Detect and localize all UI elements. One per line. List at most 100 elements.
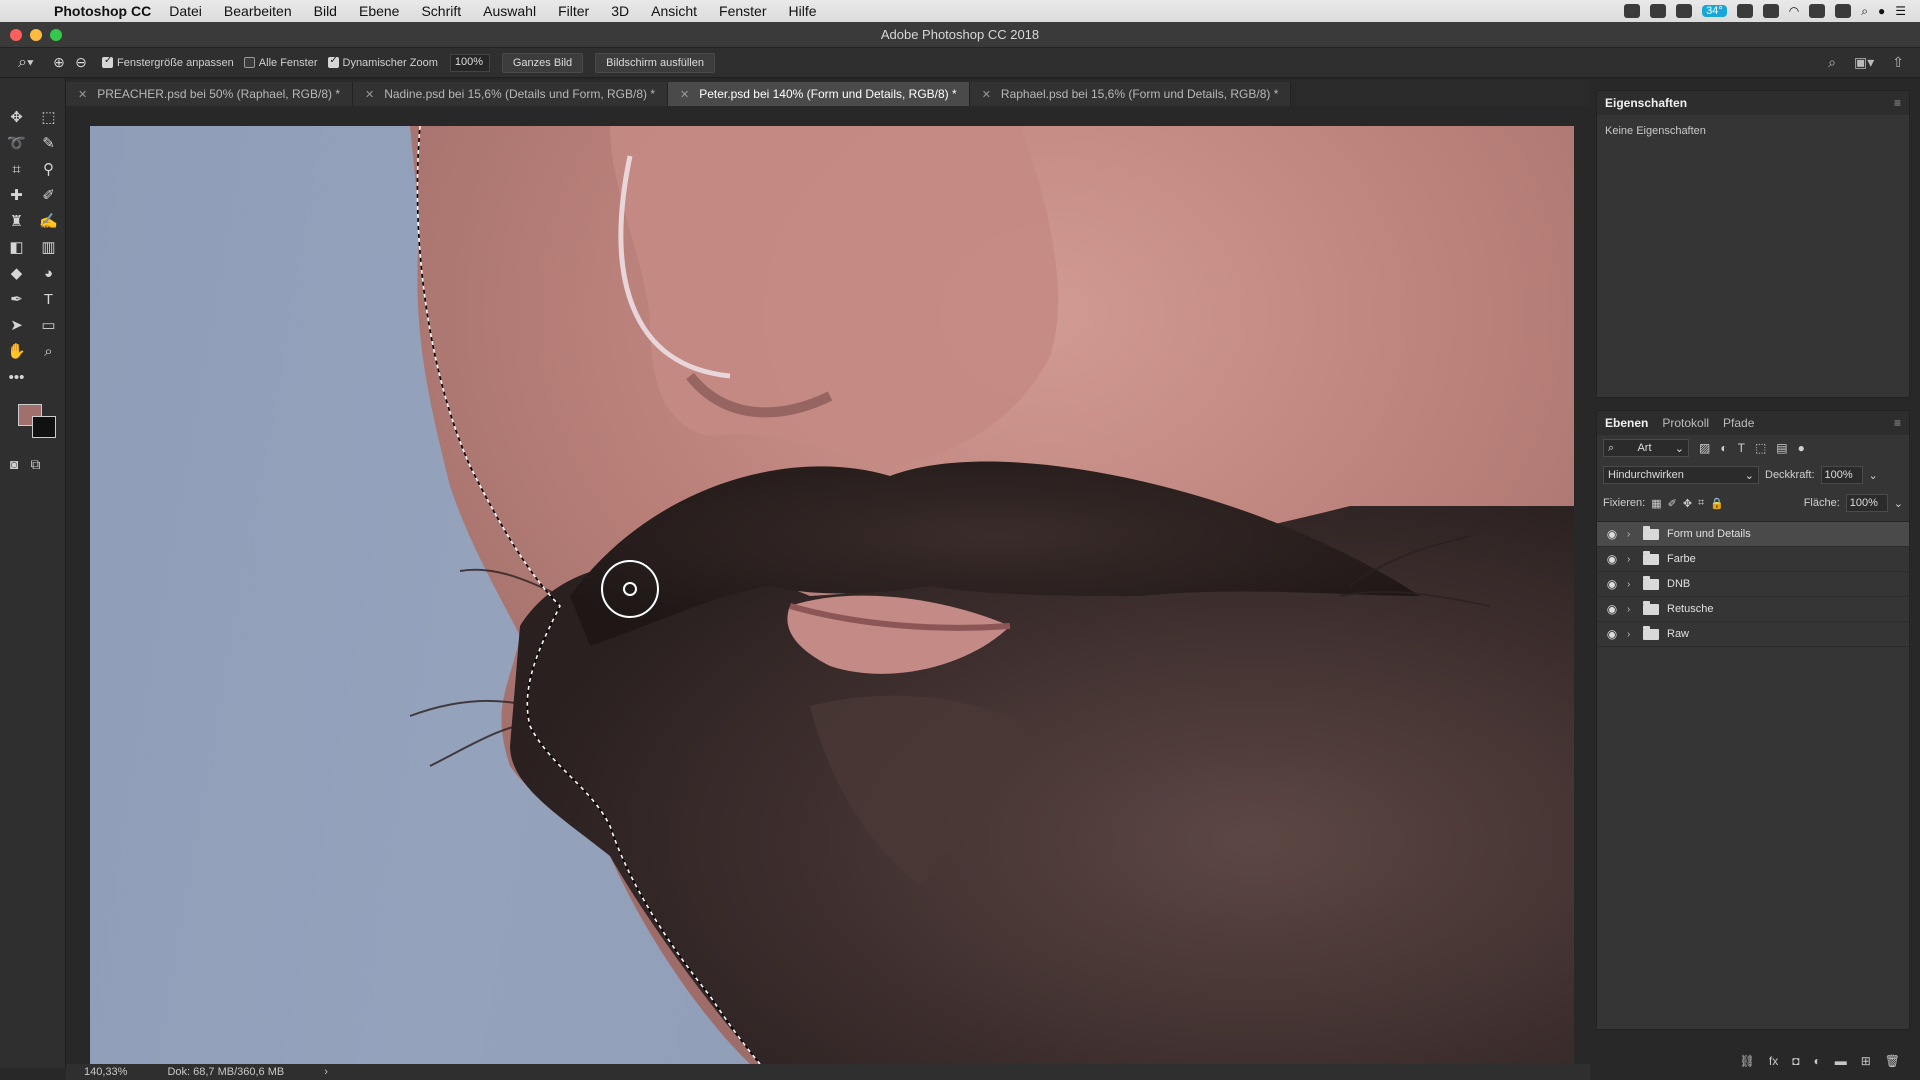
close-window-button[interactable] <box>10 29 22 41</box>
chevron-right-icon[interactable]: › <box>1627 629 1635 640</box>
tab-peter[interactable]: ✕ Peter.psd bei 140% (Form und Details, … <box>668 82 970 106</box>
share-icon[interactable]: ⇧ <box>1892 54 1904 71</box>
fit-screen-button[interactable]: Ganzes Bild <box>501 52 584 73</box>
zoom-window-button[interactable] <box>50 29 62 41</box>
gradient-tool-icon[interactable]: ▥ <box>36 240 62 256</box>
cloud-icon[interactable] <box>1650 4 1667 18</box>
filter-toggle-icon[interactable]: ● <box>1798 441 1805 455</box>
tab-properties[interactable]: Eigenschaften <box>1605 96 1687 110</box>
path-selection-tool-icon[interactable]: ➤ <box>4 318 30 334</box>
eye-icon[interactable]: ◉ <box>1605 552 1619 566</box>
tab-layers[interactable]: Ebenen <box>1605 416 1648 430</box>
lock-pixels-icon[interactable]: ✐ <box>1668 497 1677 510</box>
adjustment-layer-icon[interactable]: ◐ <box>1813 1054 1820 1068</box>
lock-transparency-icon[interactable]: ▦ <box>1651 497 1661 510</box>
move-tool-icon[interactable]: ✥ <box>4 110 30 126</box>
eraser-tool-icon[interactable]: ◧ <box>4 240 30 256</box>
tab-raphael[interactable]: ✕ Raphael.psd bei 15,6% (Form und Detail… <box>969 82 1292 106</box>
eye-icon[interactable]: ◉ <box>1605 602 1619 616</box>
layer-row-farbe[interactable]: ◉ › Farbe <box>1597 547 1909 572</box>
menu-ebene[interactable]: Ebene <box>359 3 399 19</box>
panel-menu-icon[interactable]: ≡ <box>1894 96 1901 110</box>
menu-bild[interactable]: Bild <box>314 3 337 19</box>
blur-tool-icon[interactable]: ◆ <box>4 266 30 282</box>
dodge-tool-icon[interactable]: ◕ <box>36 266 62 282</box>
layer-row-dnb[interactable]: ◉ › DNB <box>1597 572 1909 597</box>
airplay-icon[interactable] <box>1809 4 1826 18</box>
layer-row-raw[interactable]: ◉ › Raw <box>1597 622 1909 647</box>
app-menu[interactable]: Photoshop CC <box>54 3 151 19</box>
screen-mode-icon[interactable]: ⧉ <box>30 456 40 473</box>
lock-artboard-icon[interactable]: ⌗ <box>1698 497 1704 510</box>
close-tab-icon[interactable]: ✕ <box>982 88 991 101</box>
bluetooth-icon[interactable] <box>1762 4 1779 18</box>
spotlight-icon[interactable]: ⌕ <box>1861 4 1868 19</box>
history-brush-tool-icon[interactable]: ✍ <box>36 214 62 230</box>
chevron-right-icon[interactable]: › <box>1627 579 1635 590</box>
type-tool-icon[interactable]: T <box>36 292 62 308</box>
trash-icon[interactable]: 🗑 <box>1885 1054 1900 1068</box>
quick-selection-tool-icon[interactable]: ✎ <box>36 136 62 152</box>
menu-schrift[interactable]: Schrift <box>421 3 461 19</box>
status-arrow-icon[interactable]: › <box>324 1066 328 1078</box>
all-windows-checkbox[interactable]: Alle Fenster <box>243 57 318 69</box>
layer-row-retusche[interactable]: ◉ › Retusche <box>1597 597 1909 622</box>
workspace-icon[interactable]: ▣▾ <box>1854 54 1874 71</box>
new-group-icon[interactable]: ▬ <box>1835 1054 1847 1068</box>
chevron-right-icon[interactable]: › <box>1627 554 1635 565</box>
pixel-filter-icon[interactable]: ▨ <box>1699 441 1710 455</box>
temperature-badge[interactable]: 34° <box>1702 5 1727 17</box>
adjustment-filter-icon[interactable]: ◐ <box>1720 441 1727 455</box>
tab-paths[interactable]: Pfade <box>1723 416 1754 430</box>
zoom-out-icon[interactable]: ⊖ <box>70 54 92 71</box>
panel-menu-icon[interactable]: ≡ <box>1894 416 1901 430</box>
lock-all-icon[interactable]: 🔒 <box>1710 497 1724 510</box>
document-image[interactable] <box>90 126 1574 1064</box>
menu-3d[interactable]: 3D <box>611 3 629 19</box>
fill-screen-button[interactable]: Bildschirm ausfüllen <box>595 52 715 73</box>
layer-filter-select[interactable]: ⌕ Art ⌄ <box>1603 439 1689 457</box>
hand-tool-icon[interactable]: ✋ <box>4 344 30 360</box>
link-layers-icon[interactable]: ⛓ <box>1740 1054 1755 1068</box>
more-tools-icon[interactable]: ••• <box>4 370 30 386</box>
dropbox-icon[interactable] <box>1624 4 1641 18</box>
close-tab-icon[interactable]: ✕ <box>365 88 374 101</box>
search-icon[interactable]: ⌕ <box>1828 54 1836 71</box>
fill-field[interactable]: 100% <box>1845 494 1888 512</box>
shape-filter-icon[interactable]: ⬚ <box>1755 441 1766 455</box>
eye-icon[interactable]: ◉ <box>1605 577 1619 591</box>
hd-icon[interactable] <box>1736 4 1753 18</box>
tab-history[interactable]: Protokoll <box>1662 416 1709 430</box>
clone-stamp-tool-icon[interactable]: ♜ <box>4 214 30 230</box>
blend-mode-select[interactable]: Hindurchwirken ⌄ <box>1603 466 1759 484</box>
add-mask-icon[interactable]: ◘ <box>1792 1054 1799 1068</box>
smart-object-filter-icon[interactable]: ▤ <box>1776 441 1787 455</box>
wifi-icon[interactable]: ◠ <box>1789 4 1799 18</box>
chevron-right-icon[interactable]: › <box>1627 529 1635 540</box>
marquee-tool-icon[interactable]: ⬚ <box>36 110 62 126</box>
canvas-area[interactable] <box>66 106 1590 1064</box>
new-layer-icon[interactable]: ⊞ <box>1861 1054 1871 1068</box>
crop-tool-icon[interactable]: ⌗ <box>4 162 30 178</box>
pen-tool-icon[interactable]: ✒ <box>4 292 30 308</box>
creative-cloud-icon[interactable] <box>1676 4 1693 18</box>
zoom-tool-icon[interactable]: ⌕ <box>36 344 62 360</box>
battery-icon[interactable] <box>1835 4 1852 18</box>
tab-preacher[interactable]: ✕ PREACHER.psd bei 50% (Raphael, RGB/8) … <box>66 82 353 106</box>
menu-ansicht[interactable]: Ansicht <box>651 3 697 19</box>
fx-icon[interactable]: fx <box>1769 1054 1778 1068</box>
menu-filter[interactable]: Filter <box>558 3 589 19</box>
tab-nadine[interactable]: ✕ Nadine.psd bei 15,6% (Details und Form… <box>353 82 669 106</box>
lock-position-icon[interactable]: ✥ <box>1683 497 1692 510</box>
minimize-window-button[interactable] <box>30 29 42 41</box>
menu-datei[interactable]: Datei <box>169 3 202 19</box>
healing-brush-tool-icon[interactable]: ✚ <box>4 188 30 204</box>
close-tab-icon[interactable]: ✕ <box>680 88 689 101</box>
zoom-in-icon[interactable]: ⊕ <box>48 54 70 71</box>
notification-center-icon[interactable]: ☰ <box>1895 4 1906 18</box>
layer-row-form-und-details[interactable]: ◉ › Form und Details <box>1597 522 1909 547</box>
chevron-down-icon[interactable]: ⌄ <box>1869 469 1878 482</box>
eye-icon[interactable]: ◉ <box>1605 527 1619 541</box>
background-color-swatch[interactable] <box>32 416 56 438</box>
lasso-tool-icon[interactable]: ➰ <box>4 136 30 152</box>
